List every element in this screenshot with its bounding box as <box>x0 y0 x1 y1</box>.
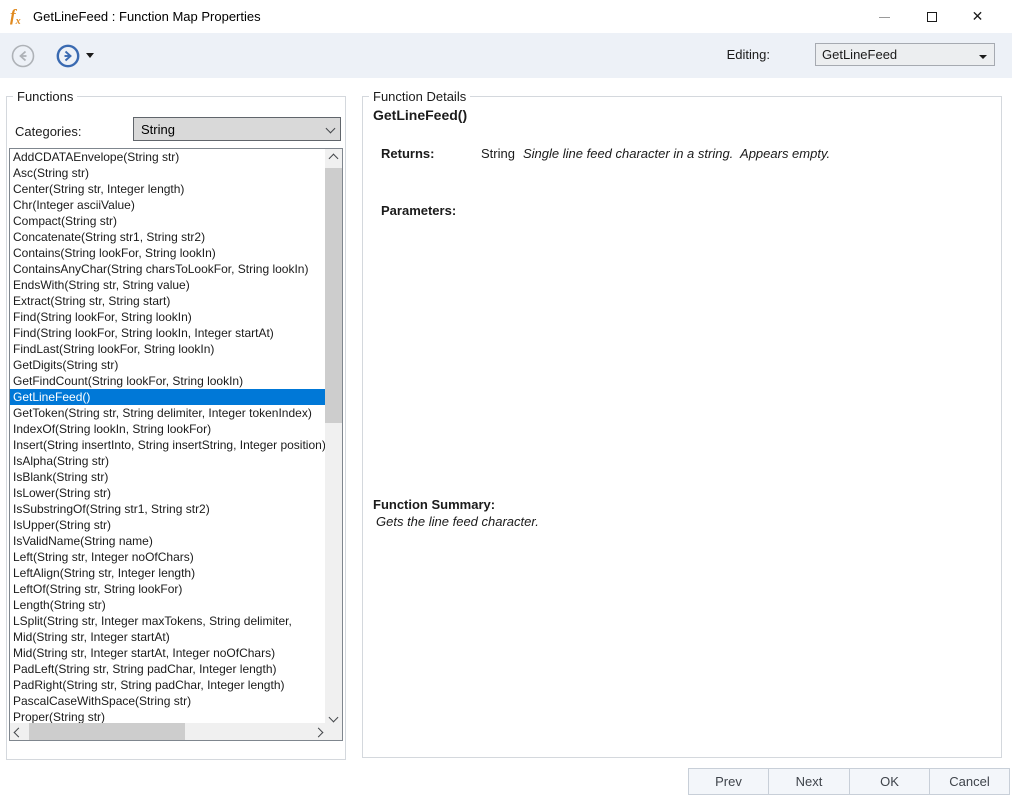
function-list-item[interactable]: Find(String lookFor, String lookIn, Inte… <box>10 325 325 341</box>
function-list-item[interactable]: EndsWith(String str, String value) <box>10 277 325 293</box>
function-list-item[interactable]: Find(String lookFor, String lookIn) <box>10 309 325 325</box>
function-list-item[interactable]: IndexOf(String lookIn, String lookFor) <box>10 421 325 437</box>
function-list-item[interactable]: Compact(String str) <box>10 213 325 229</box>
function-list-item[interactable]: Concatenate(String str1, String str2) <box>10 229 325 245</box>
function-list-item[interactable]: Insert(String insertInto, String insertS… <box>10 437 325 453</box>
function-list: AddCDATAEnvelope(String str) Asc(String s… <box>9 148 343 741</box>
footer-button-bar: Prev Next OK Cancel <box>0 768 1012 796</box>
function-map-properties-dialog: fx GetLineFeed : Function Map Properties… <box>0 0 1012 796</box>
function-list-item[interactable]: PadRight(String str, String padChar, Int… <box>10 677 325 693</box>
function-details-groupbox: Function Details GetLineFeed() Returns: … <box>362 89 1002 758</box>
function-summary-text: Gets the line feed character. <box>376 514 539 529</box>
function-list-item[interactable]: FindLast(String lookFor, String lookIn) <box>10 341 325 357</box>
function-list-item[interactable]: AddCDATAEnvelope(String str) <box>10 149 325 165</box>
function-list-item[interactable]: IsValidName(String name) <box>10 533 325 549</box>
function-list-item[interactable]: PascalCaseWithSpace(String str) <box>10 693 325 709</box>
function-details-legend: Function Details <box>369 89 471 104</box>
function-list-item[interactable]: Center(String str, Integer length) <box>10 181 325 197</box>
functions-legend: Functions <box>13 89 78 104</box>
function-list-item[interactable]: Length(String str) <box>10 597 325 613</box>
function-list-item[interactable]: LSplit(String str, Integer maxTokens, St… <box>10 613 325 629</box>
function-list-item[interactable]: IsUpper(String str) <box>10 517 325 533</box>
function-list-item[interactable]: IsBlank(String str) <box>10 469 325 485</box>
function-list-item[interactable]: ContainsAnyChar(String charsToLookFor, S… <box>10 261 325 277</box>
editing-combobox[interactable]: GetLineFeed <box>815 43 995 66</box>
scroll-up-arrow-icon[interactable] <box>325 149 342 166</box>
minimize-button[interactable] <box>862 0 907 33</box>
prev-button[interactable]: Prev <box>688 768 769 795</box>
horizontal-scrollbar[interactable] <box>10 723 327 740</box>
functions-groupbox: Functions Categories: String AddCDATAEnv… <box>6 89 346 760</box>
function-list-item[interactable]: Chr(Integer asciiValue) <box>10 197 325 213</box>
categories-label: Categories: <box>15 124 82 139</box>
categories-combobox[interactable]: String <box>133 117 341 141</box>
editing-label: Editing: <box>726 47 770 62</box>
fx-function-icon: fx <box>10 6 21 27</box>
function-list-item[interactable]: Contains(String lookFor, String lookIn) <box>10 245 325 261</box>
forward-dropdown-caret-icon[interactable] <box>86 53 94 58</box>
function-list-item[interactable]: LeftAlign(String str, Integer length) <box>10 565 325 581</box>
forward-icon[interactable] <box>56 44 80 68</box>
function-list-item[interactable]: Mid(String str, Integer startAt) <box>10 629 325 645</box>
editing-combobox-value: GetLineFeed <box>822 47 898 62</box>
chevron-down-icon <box>325 123 336 134</box>
returns-label: Returns: <box>381 146 435 161</box>
function-summary-label: Function Summary: <box>373 497 496 512</box>
function-list-item[interactable]: IsLower(String str) <box>10 485 325 501</box>
scroll-left-arrow-icon[interactable] <box>10 723 27 740</box>
maximize-button[interactable] <box>909 0 954 33</box>
ok-button[interactable]: OK <box>849 768 930 795</box>
function-list-item[interactable]: PadLeft(String str, String padChar, Inte… <box>10 661 325 677</box>
cancel-button[interactable]: Cancel <box>929 768 1010 795</box>
function-list-item[interactable]: GetDigits(String str) <box>10 357 325 373</box>
function-list-item[interactable]: GetLineFeed() <box>10 389 325 405</box>
toolbar: Editing: GetLineFeed <box>0 33 1012 78</box>
next-button[interactable]: Next <box>768 768 850 795</box>
title-bar: fx GetLineFeed : Function Map Properties… <box>0 0 1012 33</box>
function-list-item[interactable]: IsAlpha(String str) <box>10 453 325 469</box>
function-signature-heading: GetLineFeed() <box>373 107 468 123</box>
function-list-item[interactable]: IsSubstringOf(String str1, String str2) <box>10 501 325 517</box>
function-list-item[interactable]: Left(String str, Integer noOfChars) <box>10 549 325 565</box>
editing-dropdown-button[interactable] <box>975 46 992 63</box>
function-list-item[interactable]: LeftOf(String str, String lookFor) <box>10 581 325 597</box>
parameters-label: Parameters: <box>381 203 457 218</box>
function-list-item[interactable]: GetToken(String str, String delimiter, I… <box>10 405 325 421</box>
function-list-item[interactable]: Extract(String str, String start) <box>10 293 325 309</box>
dropdown-triangle-icon <box>979 55 987 59</box>
vertical-scrollbar-thumb[interactable] <box>325 168 342 423</box>
function-list-item[interactable]: GetFindCount(String lookFor, String look… <box>10 373 325 389</box>
returns-type: String <box>481 146 515 161</box>
function-list-item[interactable]: Asc(String str) <box>10 165 325 181</box>
vertical-scrollbar[interactable] <box>325 149 342 725</box>
back-icon[interactable] <box>11 44 35 68</box>
window-title: GetLineFeed : Function Map Properties <box>33 9 261 24</box>
close-button[interactable]: ✕ <box>955 0 1000 33</box>
function-list-item[interactable]: Mid(String str, Integer startAt, Integer… <box>10 645 325 661</box>
scrollbar-corner <box>325 723 342 740</box>
horizontal-scrollbar-thumb[interactable] <box>29 723 185 740</box>
categories-combobox-value: String <box>141 122 175 137</box>
function-list-rows: AddCDATAEnvelope(String str) Asc(String s… <box>10 149 325 725</box>
returns-description: Single line feed character in a string. … <box>523 146 831 161</box>
